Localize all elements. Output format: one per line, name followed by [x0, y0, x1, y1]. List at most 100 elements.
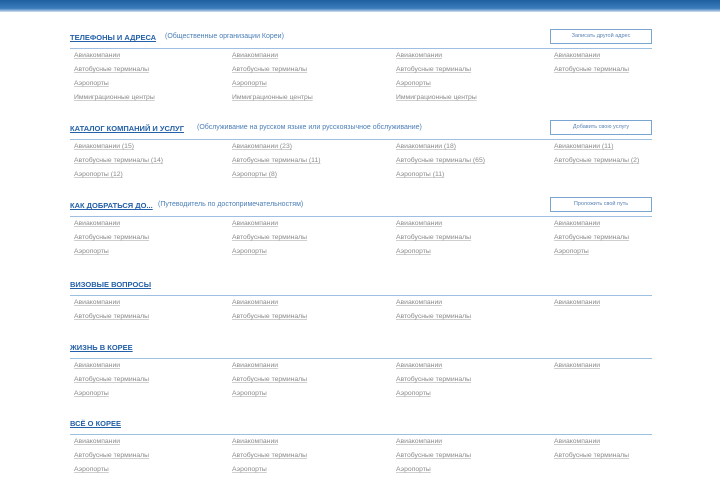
link-row: Автобусные терминалы Автобусные терминал…: [70, 449, 652, 463]
link-row: Авиакомпании Авиакомпании Авиакомпании А…: [70, 296, 652, 310]
category-link[interactable]: Авиакомпании: [396, 438, 442, 445]
category-link[interactable]: Автобусные терминалы (65): [396, 157, 485, 164]
category-link[interactable]: Авиакомпании: [74, 362, 120, 369]
link-row: Автобусные терминалы Автобусные терминал…: [70, 231, 652, 245]
category-link[interactable]: Автобусные терминалы: [74, 234, 149, 241]
category-link[interactable]: Авиакомпании: [74, 220, 120, 227]
section-how-to-get: КАК ДОБРАТЬСЯ ДО... (Путеводитель по дос…: [70, 197, 652, 259]
category-link[interactable]: Автобусные терминалы: [554, 452, 629, 459]
section-phones: ТЕЛЕФОНЫ И АДРЕСА (Общественные организа…: [70, 29, 652, 105]
section-title[interactable]: ВИЗОВЫЕ ВОПРОСЫ: [70, 280, 151, 289]
category-link[interactable]: Авиакомпании: [232, 438, 278, 445]
category-link[interactable]: Автобусные терминалы: [554, 234, 629, 241]
category-link[interactable]: Автобусные терминалы: [232, 313, 307, 320]
category-link[interactable]: Аэропорты (11): [396, 171, 444, 178]
category-link[interactable]: Авиакомпании: [232, 362, 278, 369]
category-link[interactable]: Авиакомпании (11): [554, 143, 614, 150]
category-link[interactable]: Авиакомпании: [396, 362, 442, 369]
category-link[interactable]: Автобусные терминалы: [232, 234, 307, 241]
link-grid: Авиакомпании (15) Авиакомпании (23) Авиа…: [70, 140, 652, 182]
section-title[interactable]: КАТАЛОГ КОМПАНИЙ И УСЛУГ: [70, 124, 184, 133]
category-link[interactable]: Автобусные терминалы: [396, 313, 471, 320]
category-link[interactable]: Авиакомпании: [554, 52, 600, 59]
category-link[interactable]: Автобусные терминалы: [232, 452, 307, 459]
section-header: ВИЗОВЫЕ ВОПРОСЫ: [70, 277, 652, 296]
category-link[interactable]: Иммиграционные центры: [396, 94, 477, 101]
category-link[interactable]: Автобусные терминалы: [74, 66, 149, 73]
category-link[interactable]: Автобусные терминалы (2): [554, 157, 639, 164]
category-link[interactable]: Иммиграционные центры: [232, 94, 313, 101]
category-link[interactable]: Автобусные терминалы: [554, 66, 629, 73]
section-header: КАК ДОБРАТЬСЯ ДО... (Путеводитель по дос…: [70, 197, 652, 217]
category-link[interactable]: Аэропорты: [232, 390, 267, 397]
category-link[interactable]: Автобусные терминалы: [232, 66, 307, 73]
link-grid: Авиакомпании Авиакомпании Авиакомпании А…: [70, 359, 652, 401]
link-row: Автобусные терминалы (14) Автобусные тер…: [70, 154, 652, 168]
category-link[interactable]: Аэропорты: [74, 390, 109, 397]
category-link[interactable]: Автобусные терминалы: [396, 66, 471, 73]
category-link[interactable]: Автобусные терминалы: [74, 452, 149, 459]
category-link[interactable]: Авиакомпании: [232, 52, 278, 59]
category-link[interactable]: Автобусные терминалы: [396, 376, 471, 383]
link-row: Авиакомпании Авиакомпании Авиакомпании А…: [70, 49, 652, 63]
add-route-button[interactable]: Проложить свой путь: [550, 197, 652, 212]
add-service-button[interactable]: Добавить свою услугу: [550, 120, 652, 135]
category-link[interactable]: Аэропорты: [74, 80, 109, 87]
link-row: Авиакомпании Авиакомпании Авиакомпании А…: [70, 359, 652, 373]
category-link[interactable]: Аэропорты: [554, 248, 589, 255]
category-link[interactable]: Аэропорты: [74, 466, 109, 473]
link-row: Авиакомпании Авиакомпании Авиакомпании А…: [70, 217, 652, 231]
link-row: Авиакомпании (15) Авиакомпании (23) Авиа…: [70, 140, 652, 154]
category-link[interactable]: Автобусные терминалы (11): [232, 157, 321, 164]
category-link[interactable]: Иммиграционные центры: [74, 94, 155, 101]
category-link[interactable]: Аэропорты: [396, 80, 431, 87]
section-all-about-korea: ВСЁ О КОРЕЕ Авиакомпании Авиакомпании Ав…: [70, 416, 652, 477]
link-row: Аэропорты Аэропорты Аэропорты: [70, 387, 652, 401]
section-title[interactable]: ЖИЗНЬ В КОРЕЕ: [70, 343, 133, 352]
category-link[interactable]: Авиакомпании: [396, 220, 442, 227]
section-title[interactable]: ВСЁ О КОРЕЕ: [70, 419, 121, 428]
category-link[interactable]: Авиакомпании: [554, 220, 600, 227]
link-row: Аэропорты Аэропорты Аэропорты Аэропорты: [70, 245, 652, 259]
category-link[interactable]: Авиакомпании: [554, 438, 600, 445]
category-link[interactable]: Автобусные терминалы: [74, 313, 149, 320]
category-link[interactable]: Авиакомпании: [232, 299, 278, 306]
category-link[interactable]: Авиакомпании (15): [74, 143, 134, 150]
category-link[interactable]: Аэропорты: [396, 390, 431, 397]
category-link[interactable]: Авиакомпании: [396, 299, 442, 306]
add-address-button[interactable]: Записать другой адрес: [550, 29, 652, 44]
link-grid: Авиакомпании Авиакомпании Авиакомпании А…: [70, 217, 652, 259]
category-link[interactable]: Автобусные терминалы: [396, 452, 471, 459]
category-link[interactable]: Автобусные терминалы: [396, 234, 471, 241]
category-link[interactable]: Авиакомпании: [74, 438, 120, 445]
section-subtitle: (Общественные организации Кореи): [165, 33, 284, 40]
category-link[interactable]: Авиакомпании: [74, 299, 120, 306]
link-row: Автобусные терминалы Автобусные терминал…: [70, 63, 652, 77]
category-link[interactable]: Авиакомпании: [74, 52, 120, 59]
section-visa: ВИЗОВЫЕ ВОПРОСЫ Авиакомпании Авиакомпани…: [70, 277, 652, 324]
category-link[interactable]: Аэропорты: [396, 248, 431, 255]
category-link[interactable]: Авиакомпании: [232, 220, 278, 227]
section-title[interactable]: ТЕЛЕФОНЫ И АДРЕСА: [70, 33, 156, 42]
category-link[interactable]: Аэропорты: [232, 466, 267, 473]
category-link[interactable]: Авиакомпании: [554, 362, 600, 369]
category-link[interactable]: Авиакомпании (18): [396, 143, 456, 150]
category-link[interactable]: Авиакомпании (23): [232, 143, 292, 150]
category-link[interactable]: Автобусные терминалы: [232, 376, 307, 383]
link-row: Аэропорты (12) Аэропорты (8) Аэропорты (…: [70, 168, 652, 182]
category-link[interactable]: Аэропорты: [74, 248, 109, 255]
category-link[interactable]: Аэропорты: [396, 466, 431, 473]
category-link[interactable]: Аэропорты: [232, 80, 267, 87]
category-link[interactable]: Аэропорты (8): [232, 171, 277, 178]
category-link[interactable]: Аэропорты: [232, 248, 267, 255]
category-link[interactable]: Автобусные терминалы (14): [74, 157, 163, 164]
category-link[interactable]: Автобусные терминалы: [74, 376, 149, 383]
category-link[interactable]: Авиакомпании: [554, 299, 600, 306]
category-link[interactable]: Аэропорты (12): [74, 171, 123, 178]
link-row: Автобусные терминалы Автобусные терминал…: [70, 310, 652, 324]
section-title[interactable]: КАК ДОБРАТЬСЯ ДО...: [70, 201, 153, 210]
link-row: Автобусные терминалы Автобусные терминал…: [70, 373, 652, 387]
section-catalog: КАТАЛОГ КОМПАНИЙ И УСЛУГ (Обслуживание н…: [70, 120, 652, 182]
link-row: Иммиграционные центры Иммиграционные цен…: [70, 91, 652, 105]
category-link[interactable]: Авиакомпании: [396, 52, 442, 59]
